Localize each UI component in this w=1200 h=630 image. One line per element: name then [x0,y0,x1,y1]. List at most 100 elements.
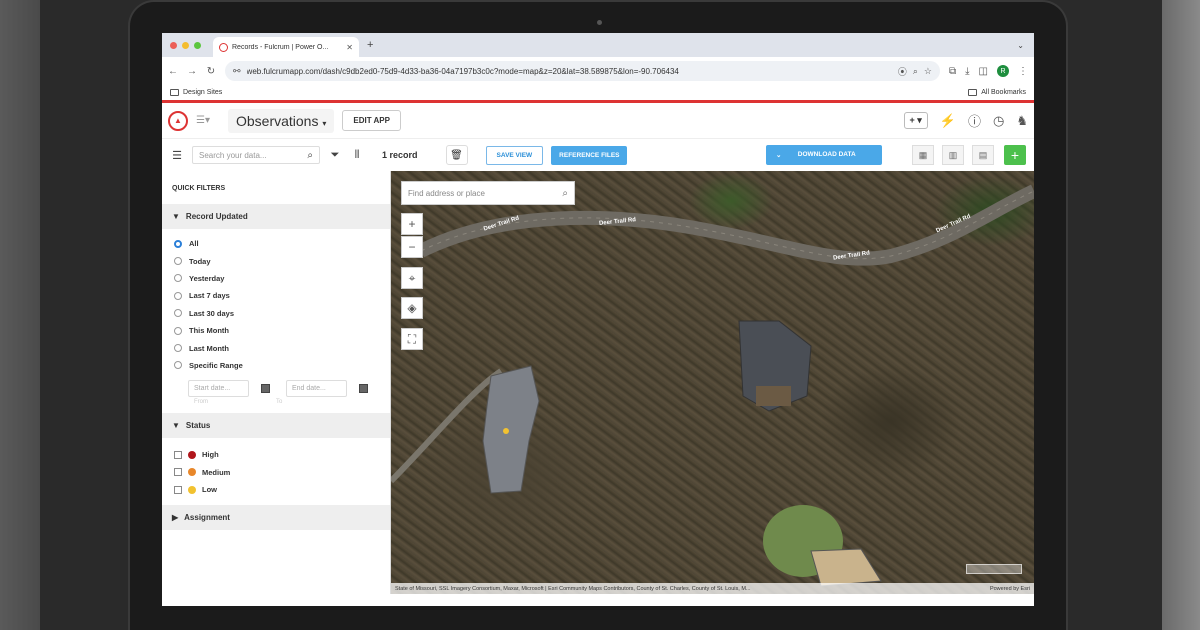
help-icon[interactable]: ⓘ [968,111,981,130]
forward-icon[interactable]: → [187,66,197,77]
radio-button[interactable] [174,291,182,300]
fulcrum-logo-icon[interactable]: ▲ [168,110,188,131]
history-icon[interactable]: ◷ [993,113,1004,129]
esri-credit[interactable]: Powered by Esri [990,586,1030,592]
add-record-button[interactable]: + [1004,145,1026,165]
zoom-in-button[interactable]: + [401,213,423,235]
browser-menu-icon[interactable]: ⋮ [1018,66,1028,77]
layers-button[interactable]: ◈ [401,297,423,319]
bookmark-design-sites[interactable]: Design Sites [170,89,222,96]
chevron-down-icon: ⌄ [776,152,782,159]
url-field[interactable]: ⚯ web.fulcrumapp.com/dash/c9db2ed0-75d9-… [225,61,940,81]
save-view-button[interactable]: SAVE VIEW [485,145,544,165]
account-icon[interactable]: ♞ [1016,113,1028,129]
folder-icon [170,89,179,96]
delete-button[interactable]: 🗑 [445,145,468,165]
browser-tab[interactable]: Records - Fulcrum | Power O... ✕ [213,37,359,57]
radio-label: Today [189,256,211,266]
side-panel-icon[interactable]: ◫ [979,66,988,77]
new-tab-icon[interactable]: + [367,39,373,51]
back-icon[interactable]: ← [168,66,178,77]
status-header[interactable]: ▼ Status [162,413,390,439]
from-hint: From [194,399,208,406]
radio-button[interactable] [174,309,182,318]
record-updated-header[interactable]: ▼ Record Updated [162,204,390,229]
radio-option-specific-range[interactable]: Specific Range [174,357,378,374]
radio-option-last-month[interactable]: Last Month [174,339,378,356]
bookmark-star-icon[interactable]: ☆ [924,66,932,77]
radio-button[interactable] [174,344,182,353]
close-window-button[interactable] [170,41,177,49]
map-address-search[interactable]: Find address or place ⌕ [401,181,575,205]
radio-button[interactable] [174,239,182,248]
filter-icon[interactable]: ⏷ [328,149,342,162]
layers-icon: ◈ [407,301,417,315]
table-icon: ▤ [978,149,988,160]
radio-button[interactable] [174,361,182,370]
tab-title: Records - Fulcrum | Power O... [232,43,329,51]
start-date-field[interactable]: Start date... [188,380,250,398]
list-view-icon[interactable]: ☰ [170,149,184,162]
zoom-out-button[interactable]: − [401,236,423,258]
status-option-medium[interactable]: Medium [174,464,378,482]
download-data-button[interactable]: ⌄ DOWNLOAD DATA [766,145,882,165]
table-view-button[interactable]: ▤ [972,145,994,165]
download-data-label: DOWNLOAD DATA [797,151,856,158]
date-range-row: Start date... End date... [162,378,390,398]
radio-label: Last 7 days [189,291,230,301]
app-title-dropdown[interactable]: Observations ▾ [227,108,335,133]
checkbox[interactable] [174,468,182,477]
add-dropdown-button[interactable]: + ▾ [903,112,928,129]
profile-avatar[interactable]: R [997,65,1009,77]
site-info-icon[interactable]: ⚯ [233,66,241,77]
radio-option-yesterday[interactable]: Yesterday [174,270,378,287]
columns-icon[interactable]: ⦀ [350,149,364,162]
extensions-icon[interactable]: ⧉ [949,66,956,77]
radio-option-today[interactable]: Today [174,252,378,269]
satellite-map[interactable]: Deer Trail Rd Deer Trail Rd Deer Trail R… [391,171,1034,594]
status-option-low[interactable]: Low [174,481,378,499]
end-date-field[interactable]: End date... [286,380,348,398]
tab-search-icon[interactable]: ⌄ [1017,41,1024,50]
app-switcher-icon[interactable]: ☰▾ [196,115,210,126]
radio-button[interactable] [174,326,182,335]
status-option-high[interactable]: High [174,446,378,464]
search-input[interactable]: Search your data... ⌕ [192,146,320,164]
calendar-icon[interactable] [359,384,368,394]
header-actions: + ▾ ⚡ ⓘ ◷ ♞ [903,111,1028,130]
assignment-header[interactable]: ▶ Assignment [162,504,390,530]
assignment-title: Assignment [184,512,230,522]
radio-button[interactable] [174,257,182,266]
radio-label: Specific Range [189,360,243,370]
locate-button[interactable]: ⌖ [401,267,423,289]
checkbox[interactable] [174,485,182,494]
plus-icon: + [408,217,416,231]
all-bookmarks[interactable]: All Bookmarks [968,89,1026,96]
status-options: High Medium Low [162,438,390,505]
edit-app-button[interactable]: EDIT APP [342,110,401,131]
location-icon[interactable]: ⦿ [898,65,907,78]
download-icon[interactable]: ⤓ [965,66,969,77]
split-view-button[interactable]: ▥ [942,145,964,165]
reload-icon[interactable]: ↻ [206,66,216,77]
fullscreen-button[interactable]: ⛶ [401,328,423,350]
radio-option-last-7-days[interactable]: Last 7 days [174,287,378,304]
expand-icon: ⛶ [407,331,417,346]
chevron-down-icon: ▾ [322,118,327,128]
url-text: web.fulcrumapp.com/dash/c9db2ed0-75d9-4d… [246,66,679,76]
checkbox[interactable] [174,450,182,459]
app-header: ▲ ☰▾ Observations ▾ EDIT APP + ▾ ⚡ ⓘ ◷ ♞ [162,103,1034,139]
radio-option-last-30-days[interactable]: Last 30 days [174,305,378,322]
radio-option-this-month[interactable]: This Month [174,322,378,339]
radio-button[interactable] [174,274,182,283]
zoom-icon[interactable]: ⌕ [913,66,918,77]
calendar-icon[interactable] [261,384,270,394]
close-tab-icon[interactable]: ✕ [346,43,353,52]
radio-option-all[interactable]: All [174,235,378,252]
integrations-icon[interactable]: ⚡ [940,113,956,129]
map-view-button[interactable]: ▦ [912,145,934,165]
reference-files-button[interactable]: REFERENCE FILES [551,145,628,165]
maximize-window-button[interactable] [194,41,201,49]
minimize-window-button[interactable] [182,41,189,49]
search-icon: ⌕ [307,149,313,161]
